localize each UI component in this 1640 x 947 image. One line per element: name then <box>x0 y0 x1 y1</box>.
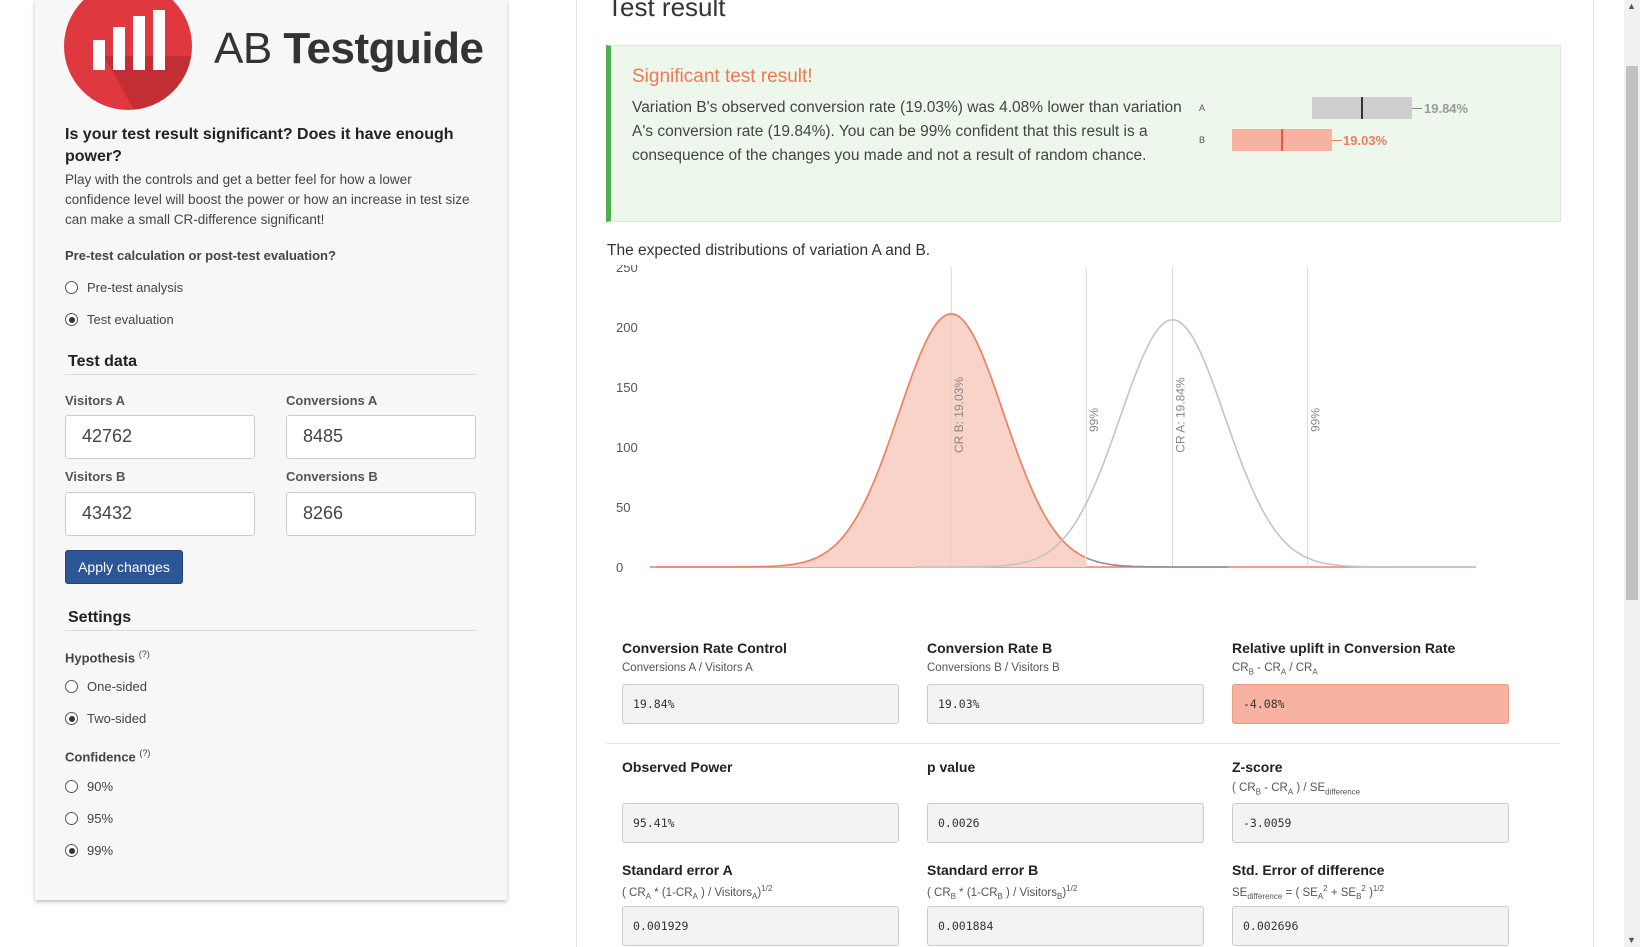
z-score-formula: ( CRB - CRA ) / SEdifference <box>1232 782 1361 797</box>
radio-label: 95% <box>87 811 114 826</box>
radio-circle[interactable] <box>65 712 78 725</box>
y-tick-label: 100 <box>616 440 638 455</box>
mini-bar-a-marker <box>1361 97 1363 119</box>
y-tick-label: 0 <box>616 560 623 575</box>
se-diff-formula: SEdifference = ( SEA2 + SEB2 )1/2 <box>1232 884 1385 902</box>
series-b-tail-line <box>1085 557 1229 568</box>
se-a-title: Standard error A <box>622 862 733 878</box>
divider <box>65 630 477 631</box>
p-value-output[interactable]: 0.0026 <box>927 803 1204 843</box>
radio-circle[interactable] <box>65 680 78 693</box>
visitors-b-input[interactable]: 43432 <box>65 492 255 536</box>
se-a-formula: ( CRA * (1-CRA ) / VisitorsA)1/2 <box>622 884 773 902</box>
mini-chart-label-b: B <box>1199 135 1206 145</box>
distribution-title: The expected distributions of variation … <box>607 242 931 259</box>
cr-control-title: Conversion Rate Control <box>622 640 787 656</box>
panel-question: Is your test result significant? Does it… <box>65 126 454 165</box>
uplift-title: Relative uplift in Conversion Rate <box>1232 640 1456 656</box>
cr-b-output[interactable]: 19.03% <box>927 684 1204 724</box>
page-title: Test result <box>607 0 726 22</box>
scroll-up-icon[interactable]: ▲ <box>1627 1 1636 11</box>
radio-circle[interactable] <box>65 844 78 857</box>
radio-label: Pre-test analysis <box>87 280 184 295</box>
logo-icon <box>64 0 192 110</box>
power-output[interactable]: 95.41% <box>622 803 899 843</box>
divider <box>606 743 1560 744</box>
alert-body: Variation B's observed conversion rate (… <box>632 99 1182 164</box>
mode-label: Pre-test calculation or post-test evalua… <box>65 248 336 263</box>
cr-b-formula: Conversions B / Visitors B <box>927 662 1060 674</box>
uplift-output[interactable]: -4.08% <box>1232 684 1509 724</box>
apply-changes-button[interactable]: Apply changes <box>65 550 183 584</box>
uplift-formula: CRB - CRA / CRA <box>1232 662 1318 677</box>
se-diff-output[interactable]: 0.002696 <box>1232 906 1509 946</box>
radio-confidence-90[interactable]: 90% <box>65 779 113 794</box>
radio-two-sided[interactable]: Two-sided <box>65 711 146 726</box>
panel-description: Play with the controls and get a better … <box>65 172 470 227</box>
confidence-line-label: 99% <box>1309 408 1323 432</box>
z-score-output[interactable]: -3.0059 <box>1232 803 1509 843</box>
radio-label: One-sided <box>87 679 147 694</box>
confidence-line-label: 99% <box>1087 408 1101 432</box>
cr-control-formula: Conversions A / Visitors A <box>622 662 753 674</box>
series-b-area <box>656 313 1087 567</box>
radio-pre-test[interactable]: Pre-test analysis <box>65 280 183 295</box>
radio-circle[interactable] <box>65 780 78 793</box>
mini-value-b: 19.03% <box>1343 133 1388 148</box>
visitors-a-label: Visitors A <box>65 393 125 408</box>
y-tick-label: 200 <box>616 320 638 335</box>
y-tick-label: 150 <box>616 380 638 395</box>
mini-value-a: 19.84% <box>1424 101 1469 116</box>
settings-heading: Settings <box>68 609 132 626</box>
confidence-label: Confidence (?) <box>65 748 151 765</box>
mini-tick-a <box>1412 108 1422 109</box>
radio-label: Two-sided <box>87 711 147 726</box>
visitors-b-label: Visitors B <box>65 469 126 484</box>
logo-wordmark: AB Testguide <box>214 24 484 73</box>
scroll-down-icon[interactable]: ▼ <box>1627 935 1636 945</box>
power-title: Observed Power <box>622 759 733 775</box>
conversions-a-label: Conversions A <box>286 393 378 408</box>
radio-one-sided[interactable]: One-sided <box>65 679 147 694</box>
visitors-a-input[interactable]: 42762 <box>65 415 255 459</box>
radio-test-evaluation[interactable]: Test evaluation <box>65 312 174 327</box>
hypothesis-label: Hypothesis (?) <box>65 649 150 666</box>
mini-bar-b-marker <box>1281 129 1283 151</box>
radio-label: 99% <box>87 843 114 858</box>
se-b-output[interactable]: 0.001884 <box>927 906 1204 946</box>
mini-chart-label-a: A <box>1199 103 1206 113</box>
radio-confidence-95[interactable]: 95% <box>65 811 113 826</box>
mean-line-label: CR B: 19.03% <box>952 377 966 453</box>
se-b-title: Standard error B <box>927 862 1039 878</box>
se-a-output[interactable]: 0.001929 <box>622 906 899 946</box>
z-score-title: Z-score <box>1232 759 1283 775</box>
y-tick-label: 50 <box>616 500 630 515</box>
radio-circle[interactable] <box>65 281 78 294</box>
test-data-heading: Test data <box>68 353 138 370</box>
radio-label: 90% <box>87 779 114 794</box>
cr-control-output[interactable]: 19.84% <box>622 684 899 724</box>
y-tick-label: 250 <box>616 265 638 275</box>
radio-confidence-99[interactable]: 99% <box>65 843 113 858</box>
divider <box>65 374 477 375</box>
mean-line-label: CR A: 19.84% <box>1174 377 1188 453</box>
mini-tick-b <box>1332 140 1342 141</box>
cr-b-title: Conversion Rate B <box>927 640 1053 656</box>
conversions-a-input[interactable]: 8485 <box>286 415 476 459</box>
conversions-b-input[interactable]: 8266 <box>286 492 476 536</box>
p-value-title: p value <box>927 759 976 775</box>
help-icon[interactable]: (?) <box>139 748 150 758</box>
distribution-chart: 250 200 150 100 50 0 CR B: 19.03% 99% CR A: 19.8… <box>616 265 1476 575</box>
help-icon[interactable]: (?) <box>139 649 150 659</box>
alert-title: Significant test result! <box>632 66 813 87</box>
se-b-formula: ( CRB * (1-CRB ) / VisitorsB)1/2 <box>927 884 1078 902</box>
se-diff-title: Std. Error of difference <box>1232 862 1385 878</box>
radio-circle[interactable] <box>65 313 78 326</box>
radio-circle[interactable] <box>65 812 78 825</box>
conversions-b-label: Conversions B <box>286 469 378 484</box>
scrollbar-thumb[interactable] <box>1626 66 1638 600</box>
radio-label: Test evaluation <box>87 312 174 327</box>
